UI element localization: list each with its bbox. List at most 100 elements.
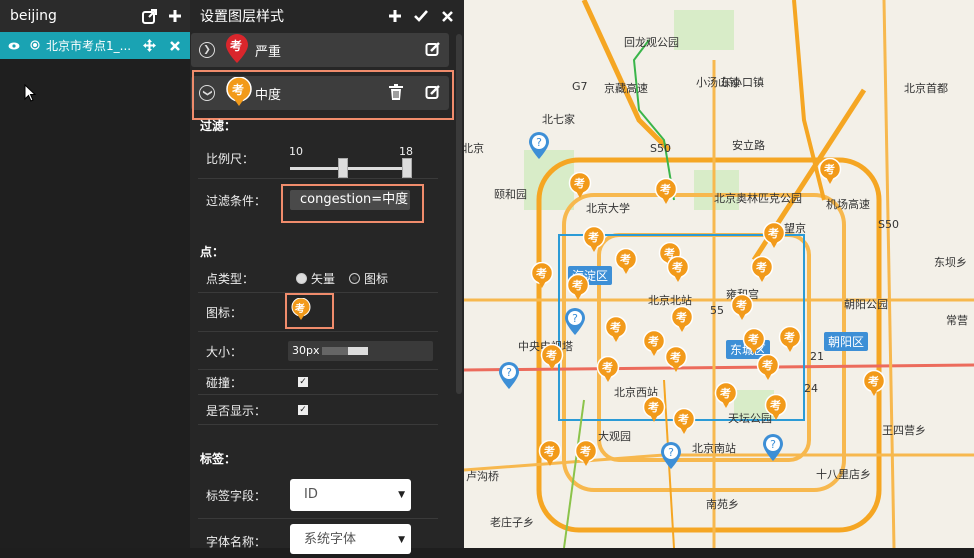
pin-text: 考 [230,39,243,53]
exam-site-pin-icon[interactable]: 考 [762,221,786,250]
confirm-icon[interactable] [412,7,430,25]
remove-layer-icon[interactable] [166,37,184,55]
pin-text: 考 [574,177,585,190]
question-pin-icon[interactable]: ? [762,434,784,462]
map-label: 机场高速 [826,198,870,211]
size-slider-handle[interactable] [348,347,368,355]
pin-text: 考 [672,261,683,274]
question-pin-icon[interactable]: ? [528,132,550,160]
map-label: 24 [804,382,818,395]
label-field-label: 标签字段： [206,488,267,503]
point-section-title: 点： [200,245,225,259]
collision-checkbox[interactable]: ✓ [298,377,308,387]
exam-site-pin-icon[interactable]: 考 [666,255,690,284]
layer-item[interactable]: 北京市考点1_... [0,32,190,59]
exam-site-pin-icon[interactable]: 考 [568,171,592,200]
pin-text: 考 [676,311,687,324]
move-icon[interactable] [140,37,158,55]
map-label: S50 [650,142,671,155]
map-label: 回龙观公园 [624,36,679,49]
exam-site-pin-icon[interactable]: 考 [750,255,774,284]
exam-site-pin-icon[interactable]: 考 [730,293,754,322]
question-pin-icon[interactable]: ? [564,308,586,336]
size-value: 30px [292,344,320,357]
map-label: 十八里店乡 [816,468,871,481]
exam-site-pin-icon[interactable]: 考 [778,325,802,354]
filter-section-title: 过滤： [200,119,237,133]
exam-site-pin-icon[interactable]: 考 [642,395,666,424]
panel-scrollbar[interactable] [456,34,462,394]
exam-site-pin-icon[interactable]: 考 [756,353,780,382]
size-slider[interactable]: 30px [288,341,433,361]
map-label: 北京南站 [692,442,736,455]
point-layer-icon [30,39,40,53]
chevron-right-icon[interactable]: ❯ [199,42,215,58]
pin-text: 考 [762,359,773,372]
export-icon[interactable] [140,7,158,25]
pin-text: 考 [768,227,779,240]
pin-text: 考 [748,333,759,346]
svg-text:?: ? [668,446,674,459]
map-label: 望京 [784,222,806,235]
show-checkbox[interactable]: ✓ [298,405,308,415]
layer-label: 北京市考点1_... [46,39,132,53]
radio-vector[interactable]: 矢量 [296,270,335,287]
map-canvas[interactable]: 回龙观公园小汤山镇北京首都东小口镇北七家北京北京大学北京奥林匹克公园望京颐和园海… [464,0,974,548]
show-row: 是否显示： ✓ [198,396,438,425]
add-layer-icon[interactable] [166,7,184,25]
close-icon[interactable] [438,7,456,25]
pin-text: 考 [770,399,781,412]
pin-text: 考 [678,413,689,426]
scale-max: 18 [399,145,413,158]
exam-site-pin-icon[interactable]: 考 [654,177,678,206]
scale-slider-min-handle[interactable] [338,158,348,178]
exam-site-pin-icon[interactable]: 考 [714,381,738,410]
severe-pin-icon: 考 [224,34,250,64]
collision-row: 碰撞： ✓ [198,370,438,395]
map-label: 东坝乡 [934,256,967,269]
exam-site-pin-icon[interactable]: 考 [642,329,666,358]
font-name-select[interactable]: 系统字体 ▼ [290,524,411,554]
eye-icon[interactable] [8,39,20,53]
exam-site-pin-icon[interactable]: 考 [862,369,886,398]
label-field-select[interactable]: ID ▼ [290,479,411,511]
exam-site-pin-icon[interactable]: 考 [604,315,628,344]
add-style-icon[interactable] [386,7,404,25]
map-label: 京藏高速 [604,82,648,95]
exam-site-pin-icon[interactable]: 考 [540,343,564,372]
pin-text: 考 [648,401,659,414]
scale-slider-max-handle[interactable] [402,158,412,178]
exam-site-pin-icon[interactable]: 考 [672,407,696,436]
pin-text: 考 [824,163,835,176]
exam-site-pin-icon[interactable]: 考 [566,273,590,302]
exam-site-pin-icon[interactable]: 考 [664,345,688,374]
radio-icon[interactable]: 图标 [349,270,388,287]
pin-text: 考 [572,279,583,292]
layer-panel-header: beijing [0,0,190,32]
highlight-box [192,70,454,120]
exam-site-pin-icon[interactable]: 考 [818,157,842,186]
exam-site-pin-icon[interactable]: 考 [670,305,694,334]
question-pin-icon[interactable]: ? [660,442,682,470]
exam-site-pin-icon[interactable]: 考 [764,393,788,422]
pin-text: 考 [620,253,631,266]
scale-slider-track[interactable] [290,167,408,170]
map-label: S50 [878,218,899,231]
exam-site-pin-icon[interactable]: 考 [530,261,554,290]
exam-site-pin-icon[interactable]: 考 [596,355,620,384]
exam-site-pin-icon[interactable]: 考 [614,247,638,276]
svg-text:?: ? [770,438,776,451]
svg-text:?: ? [536,136,542,149]
exam-site-pin-icon[interactable]: 考 [582,225,606,254]
exam-site-pin-icon[interactable]: 考 [742,327,766,356]
map-label: 北京大学 [586,202,630,215]
edit-icon[interactable] [425,41,441,60]
map-title: beijing [10,8,57,24]
exam-site-pin-icon[interactable]: 考 [574,439,598,468]
exam-site-pin-icon[interactable]: 考 [538,439,562,468]
question-pin-icon[interactable]: ? [498,362,520,390]
district-label[interactable]: 朝阳区 [824,332,869,351]
collision-label: 碰撞： [206,375,243,390]
map-label: 南苑乡 [706,498,739,511]
scale-label: 比例尺： [206,151,255,166]
